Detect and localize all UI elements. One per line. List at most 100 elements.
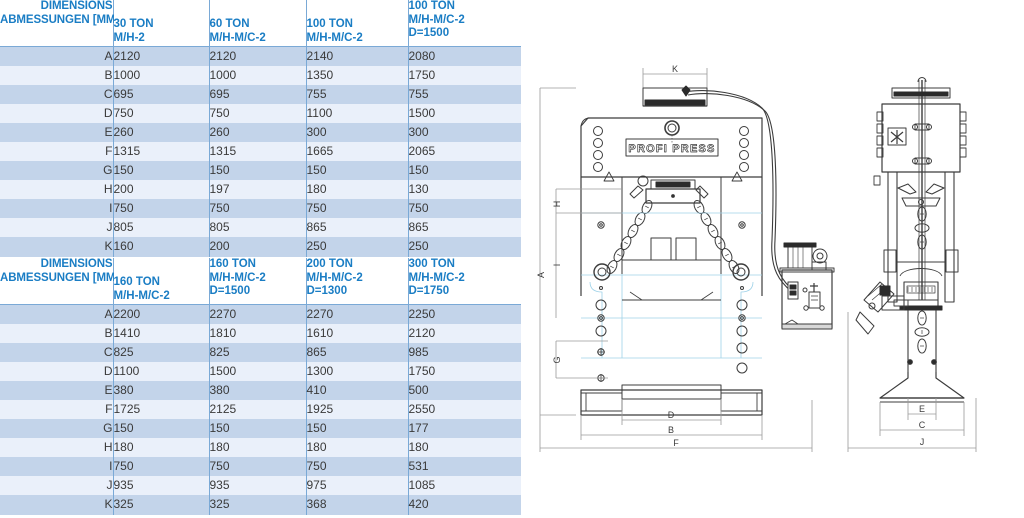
- cell-value-col4: 1750: [407, 361, 521, 381]
- cell-value-col2: 197: [208, 180, 306, 200]
- cell-value-col3: 368: [305, 495, 408, 515]
- cell-value-col1: 1315: [112, 141, 209, 162]
- row-dimension-letter: F: [0, 141, 113, 162]
- model-name-line1: 160 TON: [113, 276, 160, 288]
- cell-value-col2: 150: [208, 161, 306, 181]
- cell-value-col2: 750: [208, 457, 306, 477]
- model-name-line2: M/H-2: [113, 31, 145, 44]
- model-name-line1: 300 TON: [408, 258, 455, 270]
- dimension-label-a: A: [536, 272, 546, 278]
- cell-value-col2: 825: [208, 342, 306, 362]
- model-name-line1: 100 TON: [408, 0, 455, 12]
- model-column-header-3: 200 TON M/H-M/C-2 D=1300: [305, 258, 408, 304]
- model-column-header-2: 60 TON M/H-M/C-2: [208, 0, 306, 46]
- cell-value-col1: 180: [112, 438, 209, 458]
- cell-value-col4: 420: [407, 495, 521, 515]
- table-row: I 750 750 750 750: [0, 199, 521, 219]
- model-column-header-4: 100 TON M/H-M/C-2 D=1500: [407, 0, 521, 46]
- cell-value-col2: 260: [208, 122, 306, 142]
- cell-value-col4: 2550: [407, 399, 521, 420]
- table-row: B 1000 1000 1350 1750: [0, 65, 521, 85]
- technical-drawings: K PROFI PRESS A H I G D B F E C J: [530, 0, 1024, 518]
- cell-value-col1: 825: [112, 342, 209, 362]
- cell-value-col4: 755: [407, 84, 521, 104]
- cell-value-col4: 865: [407, 218, 521, 238]
- cell-value-col1: 160: [112, 237, 209, 257]
- row-dimension-letter: C: [0, 342, 113, 362]
- table-row: H 180 180 180 180: [0, 438, 521, 458]
- model-name-line3: D=1750: [408, 285, 450, 297]
- cell-value-col1: 1410: [112, 323, 209, 343]
- model-name-line2: M/H-M/C-2: [408, 271, 465, 284]
- row-dimension-letter: K: [0, 237, 113, 257]
- model-name-line2: M/H-M/C-2: [209, 31, 266, 44]
- table-header-row: DIMENSIONS ABMESSUNGEN [MM] 30 TON M/H-2…: [0, 0, 521, 46]
- cell-value-col3: 1300: [305, 361, 408, 381]
- model-name-line3: D=1500: [408, 27, 450, 39]
- cell-value-col2: 2270: [208, 304, 306, 324]
- cell-value-col3: 975: [305, 476, 408, 496]
- cell-value-col3: 1100: [305, 103, 408, 123]
- cell-value-col1: 1000: [112, 65, 209, 85]
- row-dimension-letter: A: [0, 46, 113, 66]
- cell-value-col1: 805: [112, 218, 209, 238]
- front-view-drawing: K PROFI PRESS A H I G D B F: [536, 64, 835, 452]
- cell-value-col4: 150: [407, 161, 521, 181]
- table-header-row: DIMENSIONS ABMESSUNGEN [MM] 160 TON M/H-…: [0, 258, 521, 304]
- cell-value-col3: 150: [305, 419, 408, 439]
- table-row: C 825 825 865 985: [0, 342, 521, 362]
- cell-value-col4: 750: [407, 199, 521, 219]
- table-body: A 2200 2270 2270 2250 B 1410 1810 1610 2120 C 825 82…: [0, 304, 521, 515]
- cell-value-col2: 695: [208, 84, 306, 104]
- row-dimension-letter: A: [0, 304, 113, 324]
- spec-table-small-models: DIMENSIONS ABMESSUNGEN [MM] 30 TON M/H-2…: [0, 0, 521, 257]
- cell-value-col2: 380: [208, 380, 306, 400]
- cell-value-col3: 1350: [305, 65, 408, 85]
- cell-value-col2: 1810: [208, 323, 306, 343]
- dimension-label-k: K: [672, 64, 678, 74]
- cell-value-col4: 500: [407, 380, 521, 400]
- dimension-label-d: D: [668, 410, 675, 420]
- cell-value-col4: 2250: [407, 304, 521, 324]
- dimension-label-g: G: [552, 356, 562, 363]
- table-row: F 1725 2125 1925 2550: [0, 399, 521, 420]
- cell-value-col1: 935: [112, 476, 209, 496]
- chain-left: [604, 198, 655, 276]
- cell-value-col4: 985: [407, 342, 521, 362]
- cell-value-col3: 1665: [305, 141, 408, 162]
- dimensions-header-label: DIMENSIONS ABMESSUNGEN [MM]: [0, 258, 119, 304]
- dimensions-header-line2: ABMESSUNGEN [MM]: [0, 13, 120, 26]
- dimensions-header-line1: DIMENSIONS: [40, 258, 113, 270]
- dimension-label-j: J: [920, 437, 925, 447]
- cell-value-col3: 2270: [305, 304, 408, 324]
- table-row: E 260 260 300 300: [0, 122, 521, 142]
- model-name-line2: M/H-M/C-2: [306, 31, 363, 44]
- cell-value-col3: 300: [305, 122, 408, 142]
- row-dimension-letter: B: [0, 65, 113, 85]
- row-dimension-letter: G: [0, 419, 113, 439]
- dimensions-header-label: DIMENSIONS ABMESSUNGEN [MM]: [0, 0, 120, 46]
- table-row: K 160 200 250 250: [0, 237, 521, 257]
- cell-value-col4: 130: [407, 180, 521, 200]
- cell-value-col3: 755: [305, 84, 408, 104]
- chain-right: [691, 198, 742, 276]
- cell-value-col1: 325: [112, 495, 209, 515]
- cell-value-col3: 2140: [305, 46, 408, 66]
- cell-value-col1: 150: [112, 161, 209, 181]
- cell-value-col1: 1100: [112, 361, 209, 381]
- cell-value-col3: 410: [305, 380, 408, 400]
- cell-value-col1: 695: [112, 84, 209, 104]
- cell-value-col2: 2120: [208, 46, 306, 66]
- cell-value-col3: 750: [305, 457, 408, 477]
- cell-value-col4: 180: [407, 438, 521, 458]
- cell-value-col2: 805: [208, 218, 306, 238]
- brand-nameplate: PROFI PRESS: [628, 143, 715, 155]
- table-body: A 2120 2120 2140 2080 B 1000 1000 1350 1750 C 695 69…: [0, 46, 521, 257]
- cell-value-col2: 1000: [208, 65, 306, 85]
- table-row: E 380 380 410 500: [0, 380, 521, 400]
- cell-value-col1: 750: [112, 103, 209, 123]
- cell-value-col3: 1610: [305, 323, 408, 343]
- cell-value-col3: 250: [305, 237, 408, 257]
- row-dimension-letter: I: [0, 199, 113, 219]
- table-row: G 150 150 150 150: [0, 161, 521, 181]
